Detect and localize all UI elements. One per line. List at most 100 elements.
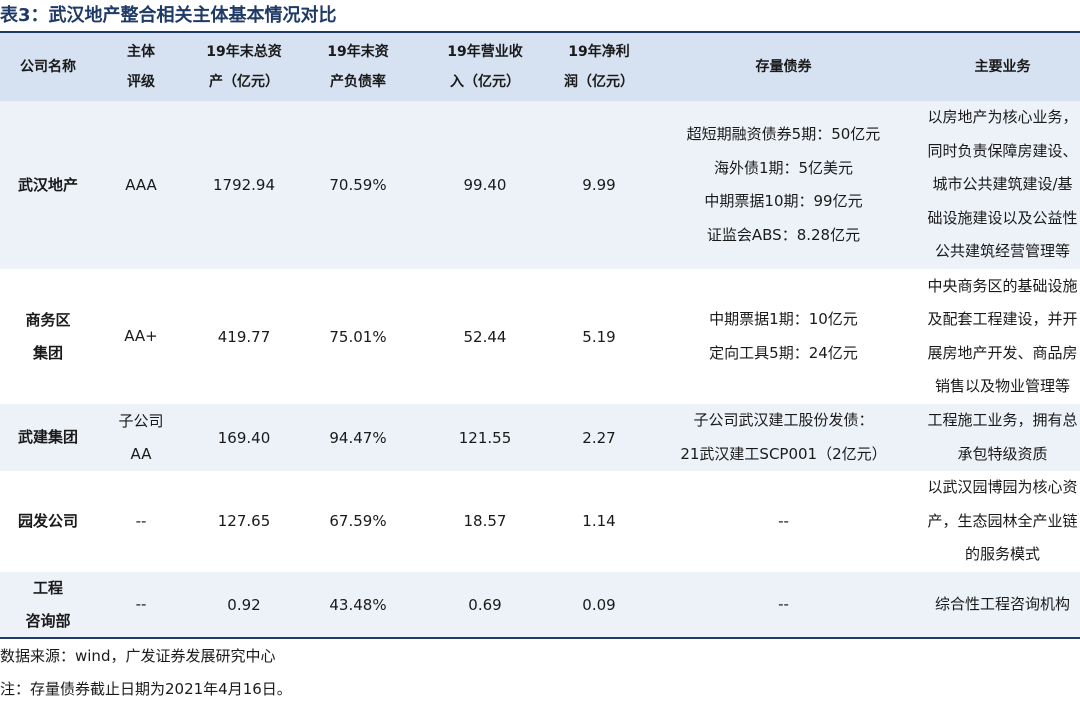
business-line: 础设施建设以及公益性 bbox=[927, 208, 1078, 227]
cell-company: 武建集团 bbox=[0, 404, 96, 471]
header-assets-line: 产（亿元） bbox=[209, 74, 279, 90]
comparison-table: 公司名称 主体 评级 19年末总资 产（亿元） 19年末资 产负债率 19年营业… bbox=[0, 33, 1080, 638]
business-line: 产，生态园林全产业链 bbox=[927, 511, 1078, 530]
cell-assets: 169.40 bbox=[186, 404, 302, 471]
rating-line: -- bbox=[135, 511, 147, 530]
rating-line: AA bbox=[130, 444, 152, 463]
header-row: 公司名称 主体 评级 19年末总资 产（亿元） 19年末资 产负债率 19年营业… bbox=[0, 33, 1080, 101]
cell-business: 综合性工程咨询机构 bbox=[925, 571, 1080, 638]
cell-bonds: 子公司武汉建工股份发债： 21武汉建工SCP001（2亿元） bbox=[642, 404, 925, 471]
header-bonds: 存量债券 bbox=[642, 33, 925, 101]
header-debt-ratio-line: 产负债率 bbox=[330, 74, 386, 90]
header-company: 公司名称 bbox=[0, 33, 96, 101]
company-line: 工程 bbox=[32, 578, 63, 597]
cell-rating: -- bbox=[96, 471, 186, 572]
cell-debt-ratio: 75.01% bbox=[329, 327, 387, 346]
table-row: 工程 咨询部 -- 0.92 43.48% 0.69 0.09 -- 综合性工程… bbox=[0, 571, 1080, 638]
header-revenue-line: 19年营业收 bbox=[447, 44, 523, 60]
cell-profit: 1.14 bbox=[582, 512, 616, 531]
header-company-line: 公司名称 bbox=[20, 59, 76, 75]
cell-business: 中央商务区的基础设施 及配套工程建设，并开 展房地产开发、商品房 销售以及物业管… bbox=[925, 269, 1080, 404]
cell-debt-ratio: 43.48% bbox=[302, 571, 414, 638]
business-line: 销售以及物业管理等 bbox=[934, 377, 1070, 395]
header-debt-ratio-line: 19年末资 bbox=[327, 44, 389, 60]
bond-line: -- bbox=[778, 511, 789, 530]
header-revenue-line: 入（亿元） bbox=[450, 74, 520, 90]
header-bonds-line: 存量债券 bbox=[755, 59, 812, 75]
cell-rating: -- bbox=[96, 571, 186, 638]
cell-assets: 0.92 bbox=[186, 571, 302, 638]
cell-company: 武汉地产 bbox=[0, 101, 96, 269]
rating-line: -- bbox=[135, 595, 147, 613]
cell-business: 以武汉园博园为核心资 产，生态园林全产业链 的服务模式 bbox=[925, 471, 1080, 572]
company-line: 集团 bbox=[32, 343, 63, 362]
cell-company: 商务区 集团 bbox=[0, 269, 96, 404]
business-line: 中央商务区的基础设施 bbox=[927, 276, 1078, 295]
bond-line: -- bbox=[778, 594, 789, 613]
cell-company: 园发公司 bbox=[0, 471, 96, 572]
rating-line: AA+ bbox=[124, 327, 158, 345]
header-rating-line: 主体 bbox=[127, 44, 155, 60]
cell-debt-ratio: 67.59% bbox=[329, 512, 387, 531]
cell-bonds: 中期票据1期：10亿元 定向工具5期：24亿元 bbox=[642, 269, 925, 404]
business-line: 的服务模式 bbox=[964, 545, 1040, 563]
rating-line: 子公司 bbox=[118, 411, 164, 430]
cell-revenue: 0.69 bbox=[414, 571, 556, 638]
cell-business: 以房地产为核心业务， 同时负责保障房建设、 城市公共建筑建设/基 础设施建设以及… bbox=[925, 101, 1080, 269]
cell-company: 工程 咨询部 bbox=[0, 571, 96, 638]
cell-bonds: 超短期融资债券5期：50亿元 海外债1期：5亿美元 中期票据10期：99亿元 证… bbox=[642, 101, 925, 269]
header-business-line: 主要业务 bbox=[974, 59, 1031, 75]
cell-assets: 419.77 bbox=[217, 327, 271, 346]
table-row: 商务区 集团 AA+ 419.77 75.01% 52.44 5.19 中期票据… bbox=[0, 269, 1080, 404]
business-line: 以武汉园博园为核心资 bbox=[927, 478, 1078, 496]
cell-debt-ratio: 70.59% bbox=[302, 101, 414, 269]
header-profit-line: 19年净利 bbox=[568, 44, 630, 60]
cell-revenue: 99.40 bbox=[414, 101, 556, 269]
cell-profit: 0.09 bbox=[556, 571, 642, 638]
table-title: 表3：武汉地产整合相关主体基本情况对比 bbox=[0, 5, 337, 26]
cell-business: 工程施工业务，拥有总 承包特级资质 bbox=[925, 404, 1080, 471]
bond-line: 中期票据1期：10亿元 bbox=[709, 310, 858, 328]
cell-profit: 9.99 bbox=[556, 101, 642, 269]
cell-rating: 子公司 AA bbox=[96, 404, 186, 471]
header-debt-ratio: 19年末资 产负债率 bbox=[302, 33, 414, 101]
cell-profit: 2.27 bbox=[556, 404, 642, 471]
table-row: 武汉地产 AAA 1792.94 70.59% 99.40 9.99 超短期融资… bbox=[0, 101, 1080, 269]
business-line: 同时负责保障房建设、 bbox=[927, 141, 1078, 160]
business-line: 综合性工程咨询机构 bbox=[934, 594, 1070, 613]
rating-line: AAA bbox=[125, 175, 157, 194]
business-line: 城市公共建筑建设/基 bbox=[932, 175, 1073, 194]
cell-bonds: -- bbox=[642, 471, 925, 572]
cell-assets: 127.65 bbox=[217, 512, 271, 531]
business-line: 以房地产为核心业务， bbox=[927, 108, 1078, 127]
cell-revenue: 52.44 bbox=[463, 327, 507, 346]
header-profit-line: 润（亿元） bbox=[564, 74, 634, 90]
bond-line: 证监会ABS：8.28亿元 bbox=[706, 225, 861, 244]
header-assets-line: 19年末总资 bbox=[206, 44, 282, 60]
header-rating: 主体 评级 bbox=[96, 33, 186, 101]
header-rating-line: 评级 bbox=[127, 74, 155, 90]
business-line: 及配套工程建设，并开 bbox=[927, 310, 1078, 328]
business-line: 展房地产开发、商品房 bbox=[927, 343, 1078, 362]
table-row: 园发公司 -- 127.65 67.59% 18.57 1.14 -- 以武汉园… bbox=[0, 471, 1080, 572]
business-line: 工程施工业务，拥有总 bbox=[927, 411, 1078, 429]
company-line: 咨询部 bbox=[25, 611, 71, 630]
header-profit: 19年净利 润（亿元） bbox=[556, 33, 642, 101]
cell-assets: 1792.94 bbox=[186, 101, 302, 269]
cell-profit: 5.19 bbox=[582, 327, 616, 346]
company-line: 武建集团 bbox=[17, 428, 78, 446]
cell-bonds: -- bbox=[642, 571, 925, 638]
company-line: 商务区 bbox=[25, 310, 71, 329]
business-line: 公共建筑经营管理等 bbox=[934, 242, 1070, 261]
cell-rating: AAA bbox=[96, 101, 186, 269]
company-line: 武汉地产 bbox=[17, 175, 78, 194]
table-row: 武建集团 子公司 AA 169.40 94.47% 121.55 2.27 子公… bbox=[0, 404, 1080, 471]
header-revenue: 19年营业收 入（亿元） bbox=[414, 33, 556, 101]
footnote: 注：存量债券截止日期为2021年4月16日。 bbox=[0, 680, 292, 698]
bond-line: 超短期融资债券5期：50亿元 bbox=[686, 125, 881, 143]
bond-line: 子公司武汉建工股份发债： bbox=[693, 411, 874, 429]
business-line: 承包特级资质 bbox=[957, 444, 1048, 463]
bond-line: 21武汉建工SCP001（2亿元） bbox=[680, 444, 887, 463]
cell-revenue: 121.55 bbox=[414, 404, 556, 471]
header-business: 主要业务 bbox=[925, 33, 1080, 101]
